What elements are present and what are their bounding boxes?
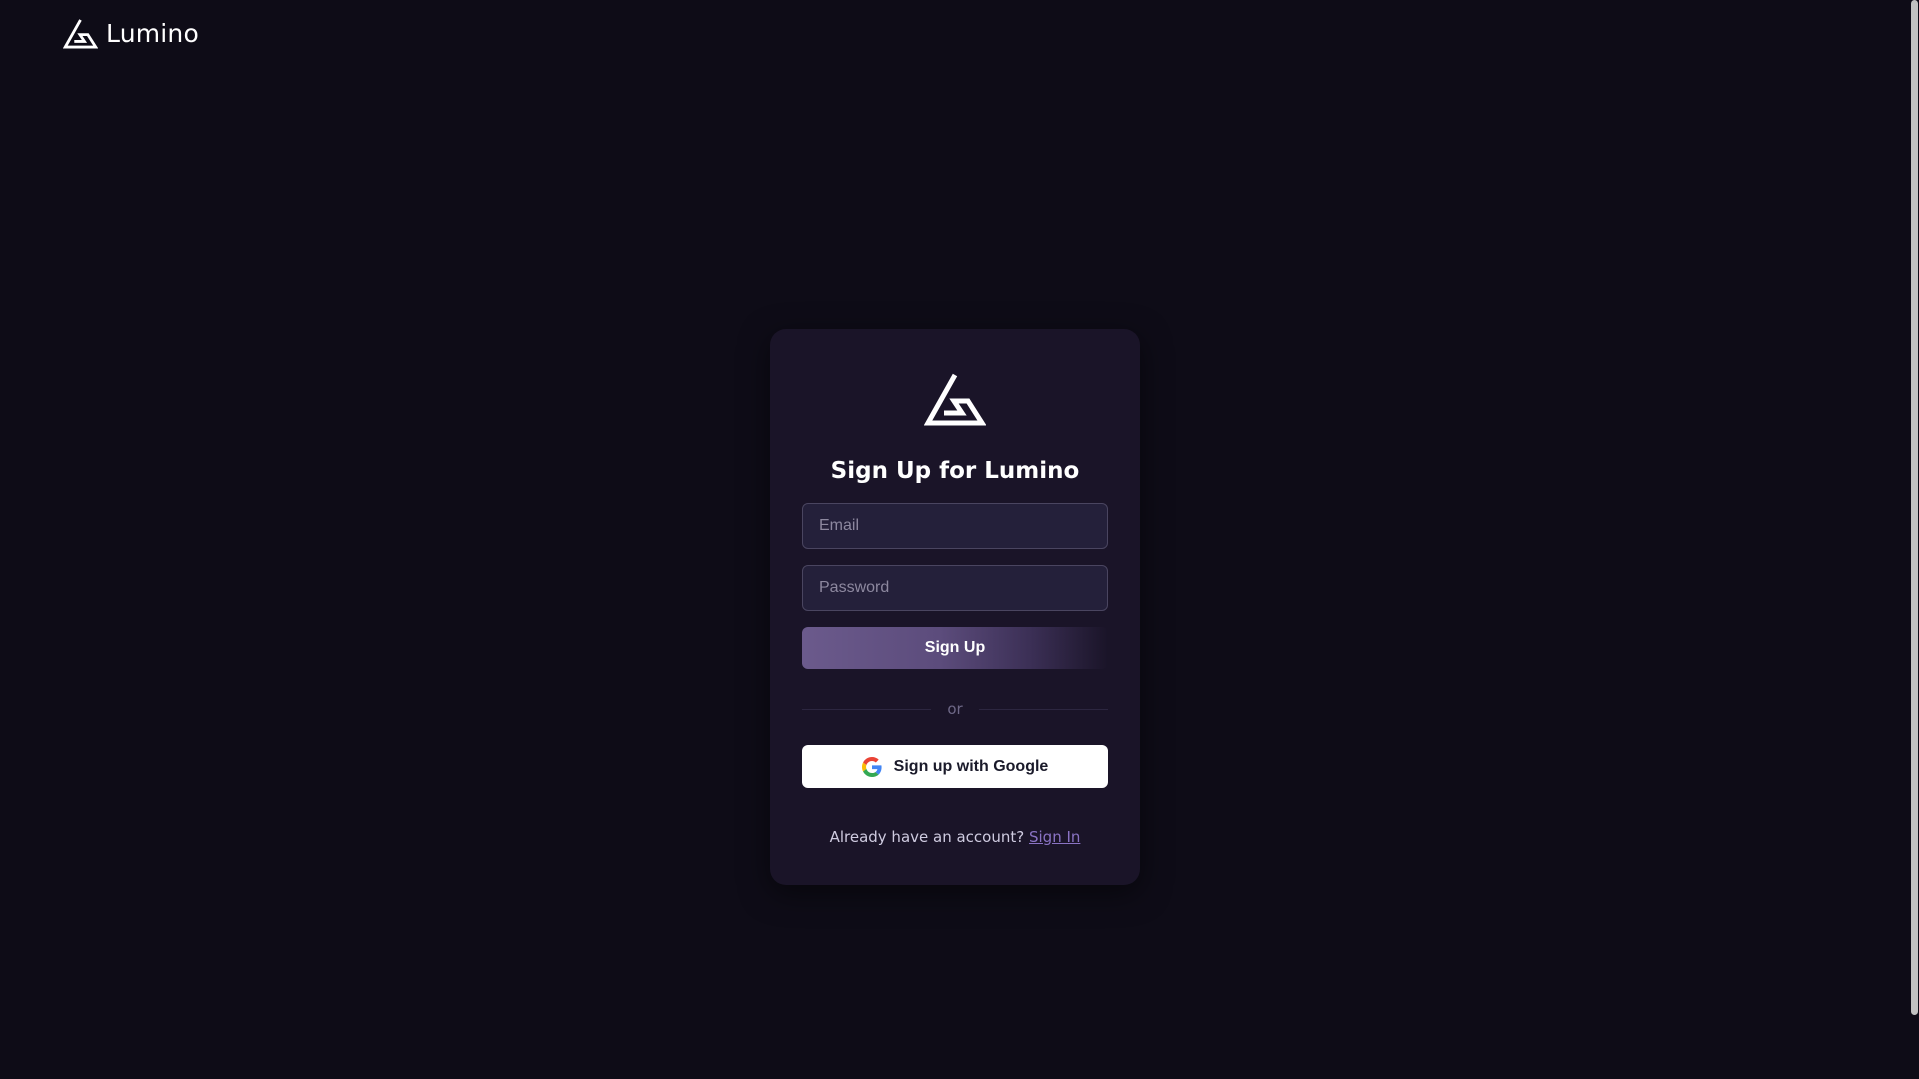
google-signup-button[interactable]: Sign up with Google bbox=[802, 745, 1108, 788]
sign-in-link[interactable]: Sign In bbox=[1029, 828, 1080, 846]
lumino-logo-icon bbox=[63, 19, 98, 49]
signup-page: Lumino Sign Up for Lumino Sign Up or Sig… bbox=[0, 0, 1919, 1079]
page-title: Sign Up for Lumino bbox=[830, 458, 1080, 484]
header-brand[interactable]: Lumino bbox=[63, 17, 199, 50]
or-divider: or bbox=[802, 699, 1109, 719]
scrollbar-thumb[interactable] bbox=[1911, 0, 1918, 1015]
divider-text: or bbox=[947, 700, 963, 718]
password-field[interactable] bbox=[802, 565, 1108, 611]
scrollbar[interactable] bbox=[1910, 0, 1919, 1079]
google-icon bbox=[861, 756, 882, 777]
sign-up-button[interactable]: Sign Up bbox=[802, 627, 1108, 669]
signin-prompt-text: Already have an account? bbox=[829, 828, 1025, 846]
signup-card: Sign Up for Lumino Sign Up or Sign up wi… bbox=[770, 329, 1140, 885]
brand-name: Lumino bbox=[106, 19, 199, 48]
lumino-logo-icon bbox=[924, 373, 986, 426]
divider-line bbox=[802, 708, 932, 710]
signin-prompt: Already have an account? Sign In bbox=[802, 828, 1108, 846]
email-field[interactable] bbox=[802, 503, 1108, 549]
google-button-label: Sign up with Google bbox=[893, 757, 1049, 775]
divider-line bbox=[978, 708, 1109, 710]
